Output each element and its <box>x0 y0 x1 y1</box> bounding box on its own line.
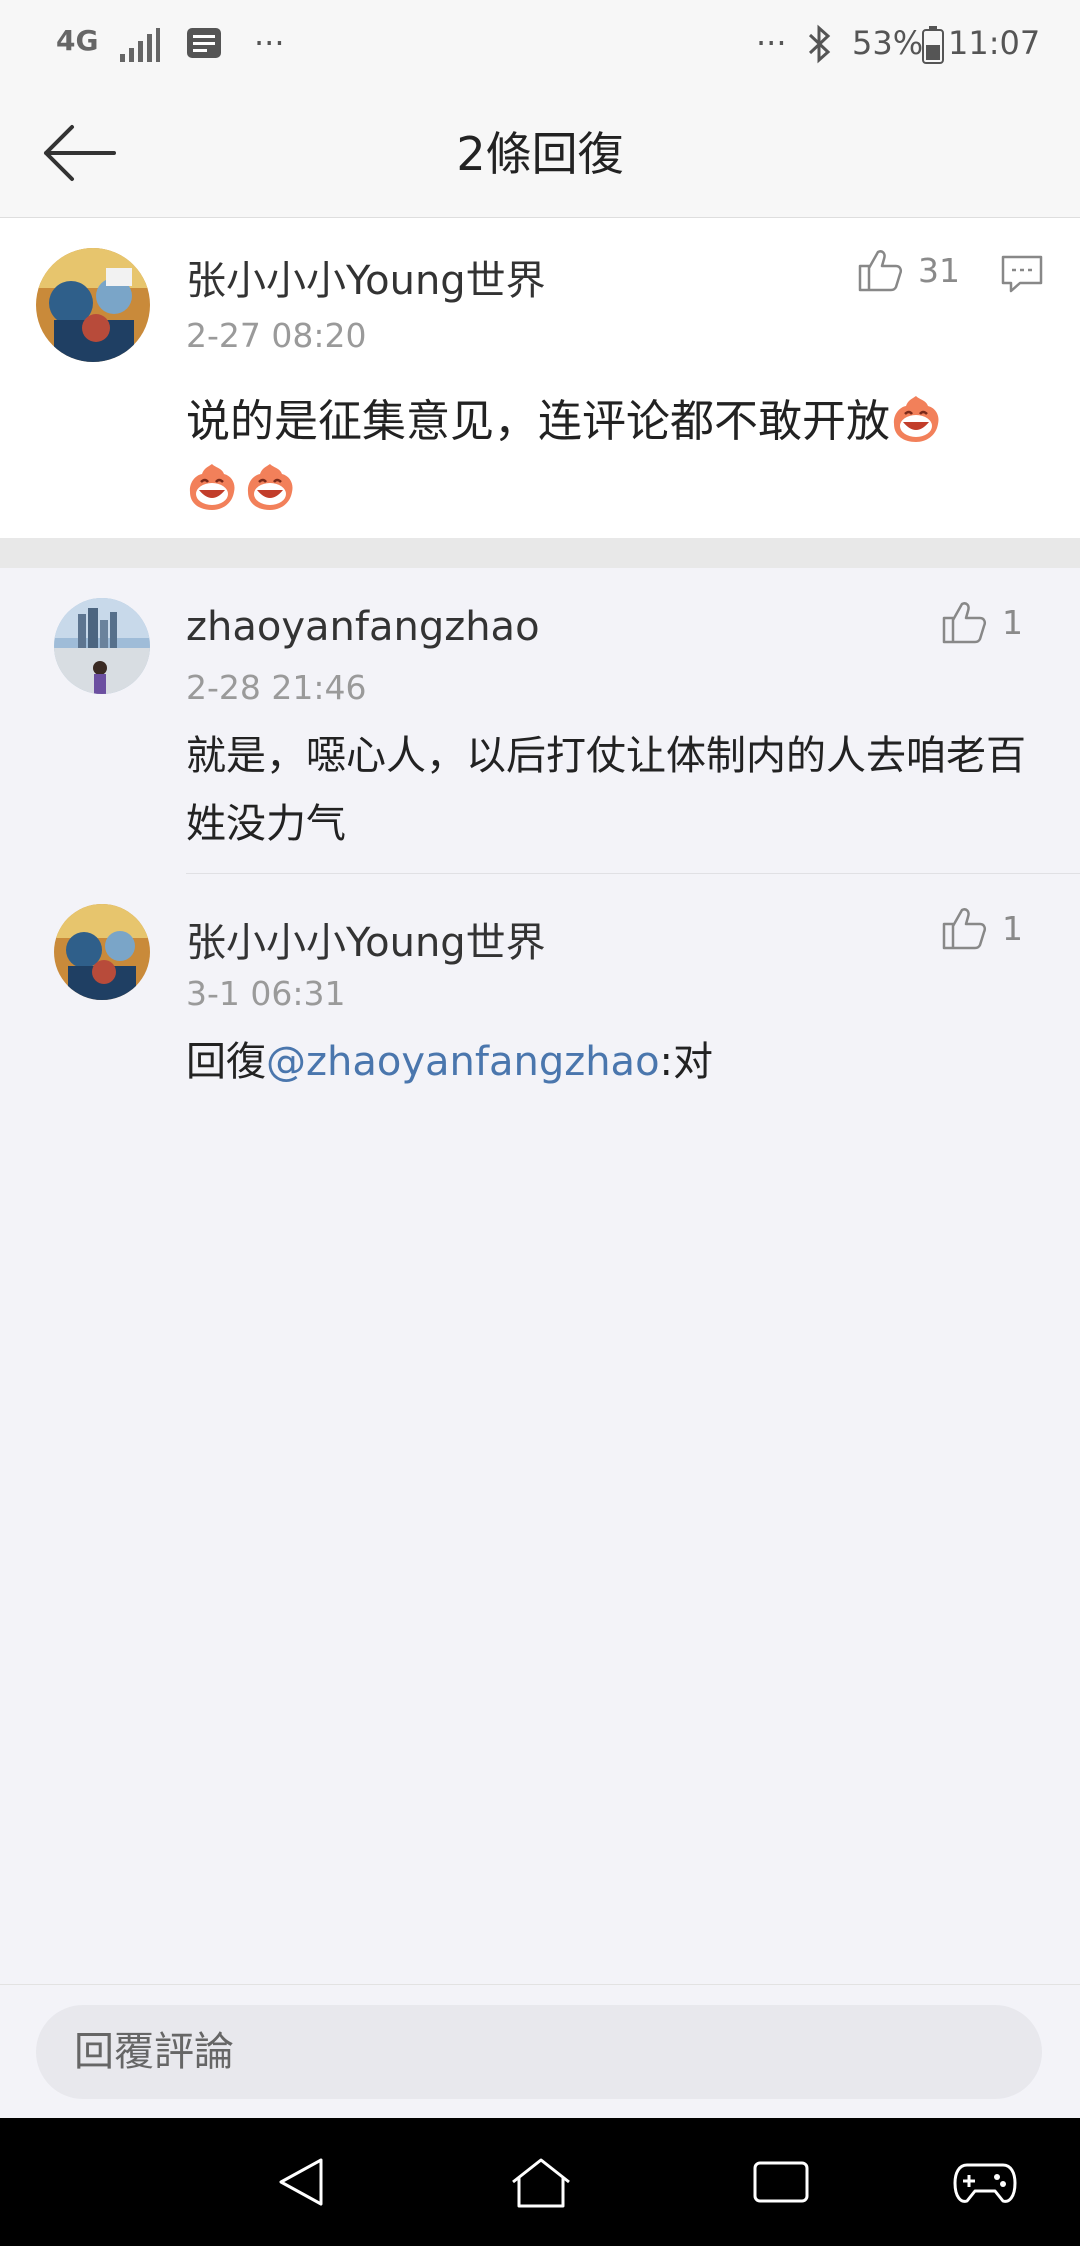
recents-icon <box>753 2161 809 2203</box>
mention-link[interactable]: @zhaoyanfangzhao <box>266 1039 660 1085</box>
comment-time: 2-27 08:20 <box>186 316 367 355</box>
avatar[interactable] <box>36 248 150 362</box>
laughing-emoji-icon <box>890 392 942 444</box>
reply-comment-button[interactable] <box>1000 254 1044 298</box>
like-count: 1 <box>1002 908 1023 948</box>
reply-input[interactable] <box>36 2005 1042 2099</box>
thumbs-up-icon <box>942 908 987 950</box>
message-icon <box>186 26 222 60</box>
comment-bubble-icon <box>1001 255 1043 293</box>
status-bar: 4G ··· ··· 53% 11:07 <box>0 0 1080 90</box>
thumbs-up-icon <box>942 602 987 644</box>
game-controller-icon <box>953 2163 1017 2203</box>
back-triangle-icon <box>279 2158 323 2206</box>
reply-bar <box>0 1984 1080 2119</box>
thumbs-up-icon <box>858 250 903 292</box>
like-button[interactable]: 31 <box>856 246 960 294</box>
battery-percent: 53% <box>852 24 924 62</box>
reply-prefix: 回復 <box>186 1039 266 1085</box>
username[interactable]: 张小小小Young世界 <box>186 248 546 306</box>
nav-back-button[interactable] <box>266 2152 336 2212</box>
reply-text: 就是，噁心人，以后打仗让体制内的人去咱老百姓没力气 <box>186 733 1026 847</box>
like-button[interactable]: 1 <box>940 904 1023 952</box>
signal-icon <box>118 28 160 62</box>
username[interactable]: zhaoyanfangzhao <box>186 604 540 650</box>
like-count: 31 <box>918 250 960 290</box>
laughing-emoji-icon <box>244 460 296 512</box>
laughing-emoji-icon <box>186 460 238 512</box>
reply-item: 张小小小Young世界 3-1 06:31 1 回復@zhaoyanfangzh… <box>0 874 1080 1114</box>
avatar[interactable] <box>54 904 150 1000</box>
more-dots-left: ··· <box>254 24 285 62</box>
home-icon <box>512 2158 570 2208</box>
reply-time: 3-1 06:31 <box>186 974 346 1013</box>
top-bar: 2條回復 <box>0 90 1080 218</box>
reply-time: 2-28 21:46 <box>186 668 367 707</box>
nav-recents-button[interactable] <box>746 2152 816 2212</box>
nav-home-button[interactable] <box>506 2152 576 2212</box>
more-dots-right: ··· <box>756 24 787 62</box>
bluetooth-icon <box>806 24 832 64</box>
username[interactable]: 张小小小Young世界 <box>186 910 546 968</box>
nav-game-button[interactable] <box>950 2152 1020 2212</box>
like-count: 1 <box>1002 602 1023 642</box>
like-button[interactable]: 1 <box>940 598 1023 646</box>
navigation-bar <box>0 2118 1080 2246</box>
section-divider <box>0 538 1080 568</box>
reply-suffix: :对 <box>659 1039 714 1085</box>
reply-text: 回復@zhaoyanfangzhao:对 <box>186 1028 1036 1096</box>
network-4g-icon: 4G <box>56 24 99 57</box>
reply-item: zhaoyanfangzhao 2-28 21:46 1 就是，噁心人，以后打仗… <box>0 568 1080 874</box>
clock: 11:07 <box>948 24 1041 62</box>
comment-text: 说的是征集意见，连评论都不敢开放 <box>186 388 1026 524</box>
page-title: 2條回復 <box>456 127 624 181</box>
avatar[interactable] <box>54 598 150 694</box>
battery-icon <box>922 26 944 64</box>
main-comment: 张小小小Young世界 2-27 08:20 31 说的是征集意见，连评论都不敢… <box>0 218 1080 538</box>
